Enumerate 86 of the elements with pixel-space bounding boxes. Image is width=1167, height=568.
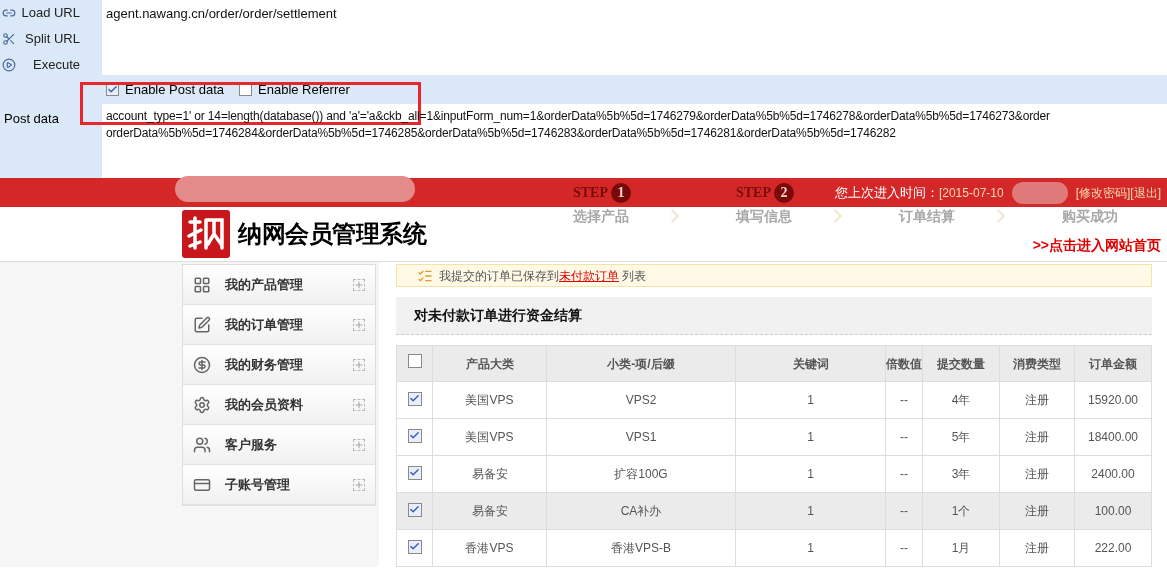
sidebar-item[interactable]: 我的会员资料 xyxy=(183,385,375,425)
toolbar-button[interactable]: Load URL xyxy=(21,3,80,23)
step-title: 订单结算 xyxy=(899,206,955,226)
table-cell: -- xyxy=(885,418,923,456)
table-cell: 4年 xyxy=(922,381,1000,419)
row-checkbox[interactable] xyxy=(407,391,422,406)
table-cell: -- xyxy=(885,529,923,567)
step-label: STEP xyxy=(736,184,771,202)
unpaid-orders-link[interactable]: 未付款订单 xyxy=(559,268,619,283)
table-cell: 100.00 xyxy=(1074,492,1152,530)
last-visit-label: 您上次进入时间： xyxy=(834,183,939,202)
table-cell: 注册 xyxy=(999,455,1075,493)
table-cell: 注册 xyxy=(999,418,1075,456)
header-link[interactable]: [退出] xyxy=(1130,183,1161,202)
toolbar-button[interactable]: Split URL xyxy=(25,29,80,49)
expand-icon xyxy=(353,358,365,371)
table-cell: 1 xyxy=(735,492,886,530)
row-checkbox[interactable] xyxy=(407,539,422,554)
step-title: 购买成功 xyxy=(1062,206,1118,226)
table-cell: 美国VPS xyxy=(432,381,547,419)
expand-icon xyxy=(353,318,365,331)
table-cell: 易备安 xyxy=(432,492,547,530)
column-header: 小类-项/后缀 xyxy=(546,345,736,382)
column-header: 消费类型 xyxy=(999,345,1075,382)
step-title: 填写信息 xyxy=(736,206,792,226)
table-cell: 1个 xyxy=(922,492,1000,530)
table-cell: 扩容100G xyxy=(546,455,736,493)
table-cell: 注册 xyxy=(999,529,1075,567)
table-cell: -- xyxy=(885,455,923,493)
table-cell: 15920.00 xyxy=(1074,381,1152,419)
expand-icon xyxy=(353,478,365,491)
column-header: 产品大类 xyxy=(432,345,547,382)
logo-icon xyxy=(182,210,230,258)
table-cell: 注册 xyxy=(999,381,1075,419)
checkbox-label: Enable Referrer xyxy=(258,80,350,99)
sidebar-item[interactable]: 我的财务管理 xyxy=(183,345,375,385)
site-title: 纳网会员管理系统 xyxy=(238,219,426,249)
column-header: 关键词 xyxy=(735,345,886,382)
column-header: 倍数值 xyxy=(885,345,923,382)
table-cell: 注册 xyxy=(999,492,1075,530)
table-cell: 2400.00 xyxy=(1074,455,1152,493)
table-cell: VPS1 xyxy=(546,418,736,456)
table-cell: 香港VPS xyxy=(432,529,547,567)
table-cell: -- xyxy=(885,492,923,530)
toolbar-button[interactable]: Execute xyxy=(33,55,80,75)
last-visit-date: [2015-07-10 xyxy=(938,184,1004,202)
table-cell: 222.00 xyxy=(1074,529,1152,567)
table-cell: 1月 xyxy=(922,529,1000,567)
table-cell: -- xyxy=(885,381,923,419)
step-title: 选择产品 xyxy=(573,206,629,226)
step-number: 1 xyxy=(611,182,631,203)
sidebar-item[interactable]: 子账号管理 xyxy=(183,465,375,505)
row-checkbox[interactable] xyxy=(407,465,422,480)
table-cell: 18400.00 xyxy=(1074,418,1152,456)
section-title: 对未付款订单进行资金结算 xyxy=(414,306,582,326)
table-cell: 香港VPS-B xyxy=(546,529,736,567)
table-cell: 3年 xyxy=(922,455,1000,493)
expand-icon xyxy=(353,398,365,411)
row-checkbox[interactable] xyxy=(407,428,422,443)
row-checkbox[interactable] xyxy=(407,502,422,517)
table-cell: CA补办 xyxy=(546,492,736,530)
header-link[interactable]: [修改密码] xyxy=(1075,183,1131,202)
table-cell: 1 xyxy=(735,418,886,456)
redaction-blob xyxy=(1011,181,1068,204)
sidebar-item[interactable]: 客户服务 xyxy=(183,425,375,465)
url-field[interactable]: agent.nawang.cn/order/order/settlement xyxy=(102,0,1167,75)
select-all-checkbox[interactable] xyxy=(407,354,422,368)
sidebar-item[interactable]: 我的产品管理 xyxy=(183,265,375,305)
table-cell: 1 xyxy=(735,455,886,493)
sidebar-item[interactable]: 我的订单管理 xyxy=(183,305,375,345)
table-cell: 1 xyxy=(735,381,886,419)
column-header: 订单金额 xyxy=(1074,345,1152,382)
table-cell: 5年 xyxy=(922,418,1000,456)
post-data-label: Post data xyxy=(4,111,59,126)
expand-icon xyxy=(353,438,365,451)
step-number: 2 xyxy=(774,182,794,203)
notice-text: 我提交的订单已保存到未付款订单 列表 xyxy=(439,267,647,285)
table-cell: 美国VPS xyxy=(432,418,547,456)
step-label: STEP xyxy=(573,184,608,202)
column-header: 提交数量 xyxy=(922,345,1000,382)
expand-icon xyxy=(353,278,365,291)
table-cell: 易备安 xyxy=(432,455,547,493)
checkbox-label: Enable Post data xyxy=(125,80,225,99)
table-cell: VPS2 xyxy=(546,381,736,419)
home-link[interactable]: >>点击进入网站首页 xyxy=(1032,235,1161,256)
table-cell: 1 xyxy=(735,529,886,567)
